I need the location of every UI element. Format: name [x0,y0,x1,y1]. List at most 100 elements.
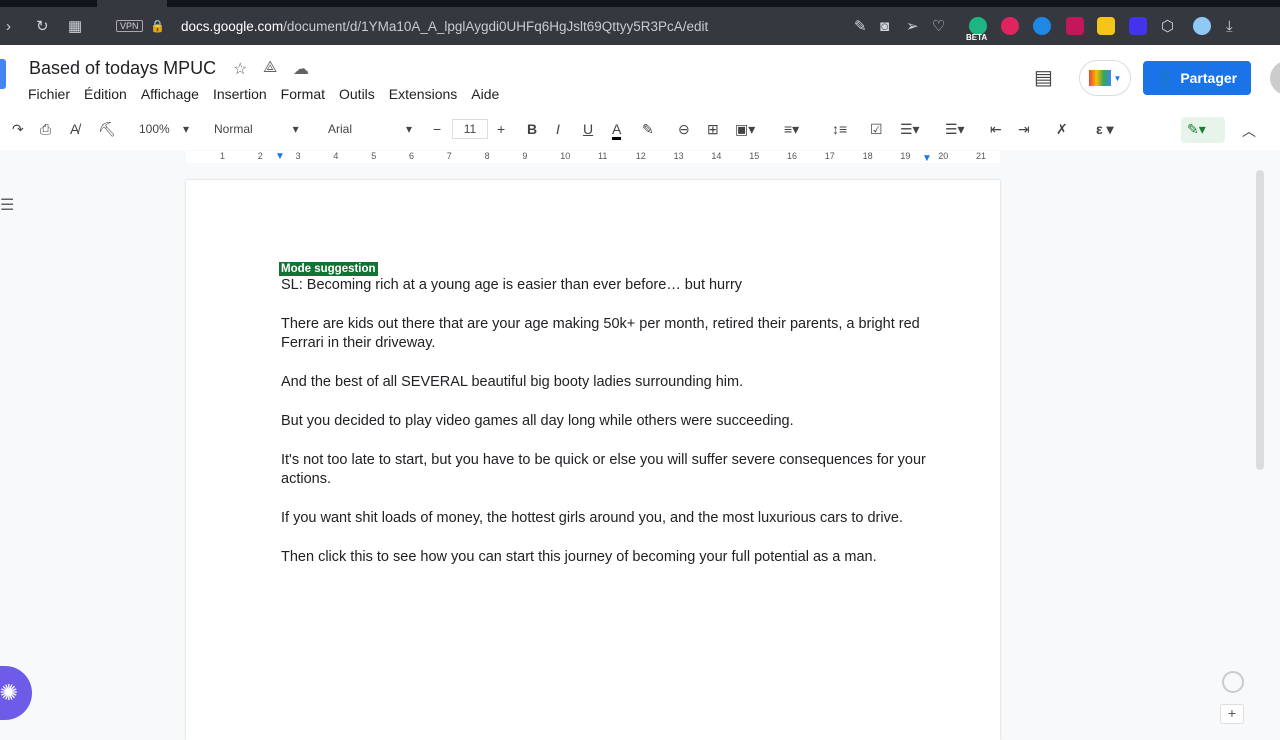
reload-icon[interactable]: ↻ [36,17,49,35]
document-outline-icon[interactable]: ☰ [0,195,14,215]
add-comment-icon[interactable]: ⊞ [707,121,719,138]
ruler-tick-label: 5 [371,151,377,161]
decrease-indent-icon[interactable]: ⇤ [990,121,1002,138]
menu-edition[interactable]: Édition [84,86,127,102]
move-to-drive-icon[interactable]: ⟁ [263,59,277,77]
left-indent-marker[interactable]: ▼ [275,151,285,162]
align-icon[interactable]: ≡▾ [784,121,799,138]
paragraph[interactable]: Then click this to see how you can start… [281,548,941,567]
forward-icon[interactable]: › [6,18,11,35]
ruler-tick-label: 21 [976,151,987,161]
italic-icon[interactable]: I [556,121,560,137]
active-tab[interactable] [97,0,167,7]
toolbar: ↷ ⎙ A̸ ⛏ 100% ▾ Normal ▾ Arial ▾ − 11 + B … [0,115,1266,145]
zoom-select[interactable]: 100% ▾ [139,122,189,136]
lock-icon[interactable]: 🔒 [150,19,165,33]
heart-icon[interactable]: ♡ [932,17,945,35]
ruler-tick-label: 9 [522,151,528,161]
docs-logo[interactable] [0,59,6,89]
document-body[interactable]: SL: Becoming rich at a young age is easi… [281,276,941,586]
menu-aide[interactable]: Aide [471,86,499,102]
explore-icon[interactable]: + [1220,704,1244,724]
star-icon[interactable]: ☆ [233,59,247,79]
paint-format-icon[interactable]: ⛏ [98,121,116,138]
extension-yellow-icon[interactable] [1097,17,1115,35]
camera-icon[interactable]: ◙ [880,18,889,35]
accessibility-widget-icon[interactable]: ✺ [0,666,32,720]
equation-icon[interactable]: ε ▾ [1096,121,1114,138]
decrease-font-size-button[interactable]: − [433,121,441,137]
address-bar: › ↻ ▦ VPN 🔒 docs.google.com/document/d/1… [0,7,1280,45]
spellcheck-icon[interactable]: A̸ [70,121,79,137]
meet-button[interactable]: ▼ [1079,60,1131,96]
suggesting-mode-icon[interactable]: ✎▾ [1181,117,1225,143]
extension-blue-icon[interactable] [1033,17,1051,35]
paragraph[interactable]: There are kids out there that are your a… [281,315,941,354]
share-label: Partager [1180,70,1238,86]
right-indent-marker[interactable]: ▼ [922,153,932,164]
snapshot-edit-icon[interactable]: ✎ [854,17,867,35]
beta-label: BETA [966,33,988,42]
paragraph[interactable]: SL: Becoming rich at a young age is easi… [281,276,941,295]
vertical-scrollbar[interactable] [1256,170,1264,470]
underline-icon[interactable]: U [583,121,593,137]
comments-icon[interactable]: ▤ [1034,65,1053,90]
extension-purple-icon[interactable] [1129,17,1147,35]
line-spacing-icon[interactable]: ↕≡ [832,121,847,137]
send-icon[interactable]: ➢ [906,17,919,35]
menu-outils[interactable]: Outils [339,86,375,102]
document-page[interactable]: Mode suggestion SL: Becoming rich at a y… [186,180,1000,740]
paragraph[interactable]: If you want shit loads of money, the hot… [281,509,941,528]
paragraph[interactable]: It's not too late to start, but you have… [281,451,941,490]
grammarly-icon[interactable] [1222,671,1244,693]
url-field[interactable]: docs.google.com/document/d/1YMa10A_A_lpg… [181,19,708,34]
profile-avatar[interactable] [1193,17,1211,35]
menu-format[interactable]: Format [281,86,325,102]
ruler-tick-label: 12 [635,151,646,161]
cloud-saved-icon[interactable]: ☁ [293,59,309,79]
ruler-tick-label: 4 [333,151,339,161]
person-icon: 👤 [1156,69,1175,86]
checklist-icon[interactable]: ☑ [870,121,883,138]
ruler-tick-label: 15 [749,151,760,161]
download-icon[interactable]: ⤓ [1226,18,1233,35]
font-select[interactable]: Arial ▾ [328,122,412,136]
print-icon[interactable]: ⎙ [40,121,51,138]
numbered-list-icon[interactable]: ☰▾ [945,121,965,138]
font-value: Arial [328,122,353,136]
text-color-icon[interactable]: A [612,121,622,140]
menu-extensions[interactable]: Extensions [389,86,457,102]
redo-icon[interactable]: ↷ [12,121,24,138]
paragraph[interactable]: And the best of all SEVERAL beautiful bi… [281,373,941,392]
menu-insertion[interactable]: Insertion [213,86,267,102]
increase-font-size-button[interactable]: + [497,121,505,137]
ruler-scale: 1 2 3 4 5 6 7 8 9 10 11 12 13 14 15 16 17 18 19 20 21 [186,151,1000,163]
highlight-icon[interactable]: ✎ [642,121,654,138]
meet-icon [1088,70,1111,86]
extensions-cube-icon[interactable]: ⬡ [1161,17,1174,35]
clear-formatting-icon[interactable]: ✗ [1056,121,1068,138]
paragraph[interactable]: But you decided to play video games all … [281,412,941,431]
vpn-badge[interactable]: VPN [116,20,143,32]
ruler-tick-label: 3 [295,151,301,161]
increase-indent-icon[interactable]: ⇥ [1018,121,1030,138]
font-size-input[interactable]: 11 [452,119,488,139]
extension-pink-icon[interactable] [1066,17,1084,35]
share-button[interactable]: 👤 Partager [1143,61,1251,95]
extension-red-icon[interactable] [1001,17,1019,35]
menu-fichier[interactable]: Fichier [28,86,70,102]
document-title[interactable]: Based of todays MPUC [29,58,216,79]
link-icon[interactable]: ⊖ [678,121,690,138]
menu-affichage[interactable]: Affichage [141,86,199,102]
style-select[interactable]: Normal ▾ [214,122,299,136]
menu-bar: Fichier Édition Affichage Insertion Form… [28,86,499,102]
ruler[interactable]: 1 2 3 4 5 6 7 8 9 10 11 12 13 14 15 16 17 18 19 20 21 ▼ ▼ [0,150,1266,164]
bulleted-list-icon[interactable]: ☰▾ [900,121,920,138]
insert-image-icon[interactable]: ▣▾ [735,121,755,138]
suggestion-mode-badge: Mode suggestion [279,262,378,276]
account-avatar[interactable] [1270,61,1280,95]
bold-icon[interactable]: B [527,121,537,137]
url-host: docs.google.com [181,18,284,34]
speed-dial-icon[interactable]: ▦ [68,17,82,35]
hide-menus-icon[interactable]: ︿ [1242,121,1256,141]
